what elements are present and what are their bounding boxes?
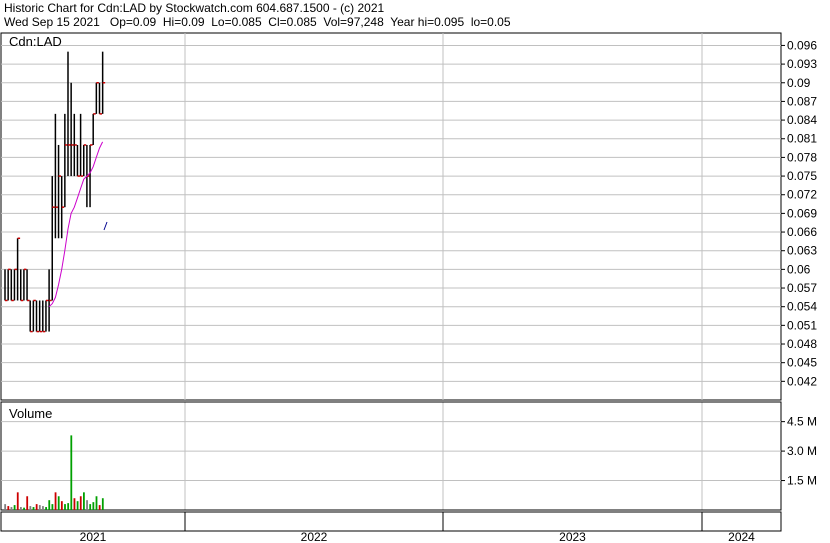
price-tick-label: 0.057 (787, 281, 817, 295)
volume-gridlines (1, 421, 781, 482)
volume-bar (83, 492, 85, 510)
volume-panel-title: Volume (9, 406, 52, 421)
x-axis-year-label: 2024 (728, 530, 755, 543)
volume-bar (86, 500, 88, 510)
volume-bar (101, 498, 104, 510)
volume-bar (54, 492, 57, 510)
price-tick-label: 0.096 (787, 38, 817, 52)
volume-bar (4, 504, 7, 510)
price-tick-label: 0.081 (787, 132, 817, 146)
stock-chart: 0.096 0.093 0.09 0.087 0.084 0.081 0.078 0.075 0… (0, 32, 817, 543)
price-ohlc-bars (4, 51, 106, 333)
price-panel: 0.096 0.093 0.09 0.087 0.084 0.081 0.078 0.075 0… (0, 32, 817, 531)
x-axis-year-label: 2021 (80, 530, 107, 543)
price-tick-label: 0.051 (787, 318, 817, 332)
volume-bar (57, 496, 60, 510)
price-axis-ticks: 0.096 0.093 0.09 0.087 0.084 0.081 0.078 0.075 0… (781, 38, 817, 388)
price-tick-label: 0.069 (787, 206, 817, 220)
volume-plot-frame (0, 401, 782, 511)
price-plot-frame (0, 32, 782, 401)
x-axis-labels: 2021 2022 2023 2024 (80, 530, 756, 543)
volume-tick-label: 1.5 M (787, 474, 817, 488)
price-tick-label: 0.048 (787, 337, 817, 351)
price-tick-label: 0.075 (787, 169, 817, 183)
volume-bar (92, 502, 95, 510)
volume-bar (70, 435, 73, 510)
volume-bar (45, 507, 47, 510)
volume-tick-label: 4.5 M (787, 415, 817, 429)
price-gridlines (1, 44, 781, 382)
volume-bar (48, 500, 51, 510)
price-tick-label: 0.045 (787, 356, 817, 370)
year-divider-lines (184, 33, 703, 531)
price-tick-label: 0.093 (787, 57, 817, 71)
price-tick-label: 0.063 (787, 244, 817, 258)
volume-bar (32, 507, 35, 510)
x-axis-year-label: 2023 (559, 530, 586, 543)
volume-bar (89, 504, 92, 510)
volume-axis-ticks: 4.5 M 3.0 M 1.5 M (781, 415, 817, 488)
price-tick-label: 0.084 (787, 113, 817, 127)
volume-bar (67, 503, 70, 510)
volume-panel: 4.5 M 3.0 M 1.5 M Volume (0, 401, 817, 511)
volume-bar (20, 507, 22, 510)
volume-bar (79, 496, 82, 510)
moving-average-line (48, 141, 104, 308)
volume-bar (16, 492, 19, 510)
price-tick-label: 0.078 (787, 150, 817, 164)
volume-bar (95, 496, 98, 510)
price-tick-label: 0.066 (787, 225, 817, 239)
volume-bar (38, 505, 41, 510)
price-tick-label: 0.087 (787, 94, 817, 108)
price-tick-label: 0.09 (787, 76, 811, 90)
price-tick-label: 0.054 (787, 300, 817, 314)
x-axis: 2021 2022 2023 2024 (0, 511, 782, 543)
volume-bar (10, 507, 13, 510)
volume-bar (13, 505, 16, 510)
price-tick-label: 0.042 (787, 374, 817, 388)
x-axis-frame (0, 511, 782, 532)
volume-bar (73, 498, 76, 510)
price-panel-title: Cdn:LAD (9, 34, 62, 49)
price-tick-label: 0.072 (787, 188, 817, 202)
x-axis-year-label: 2022 (301, 530, 328, 543)
volume-bar (98, 505, 101, 510)
volume-bar (29, 506, 32, 510)
volume-bar (35, 504, 38, 510)
volume-bar (76, 501, 79, 510)
volume-bar (26, 496, 29, 510)
marker-line (103, 221, 108, 231)
volume-tick-label: 3.0 M (787, 444, 817, 458)
volume-bar (60, 501, 63, 510)
volume-bar (51, 504, 54, 510)
volume-bars (4, 435, 104, 510)
volume-bar (23, 507, 25, 510)
volume-bar (7, 506, 10, 510)
price-tick-label: 0.06 (787, 262, 811, 276)
volume-bar (42, 506, 44, 510)
volume-bar (64, 504, 66, 510)
